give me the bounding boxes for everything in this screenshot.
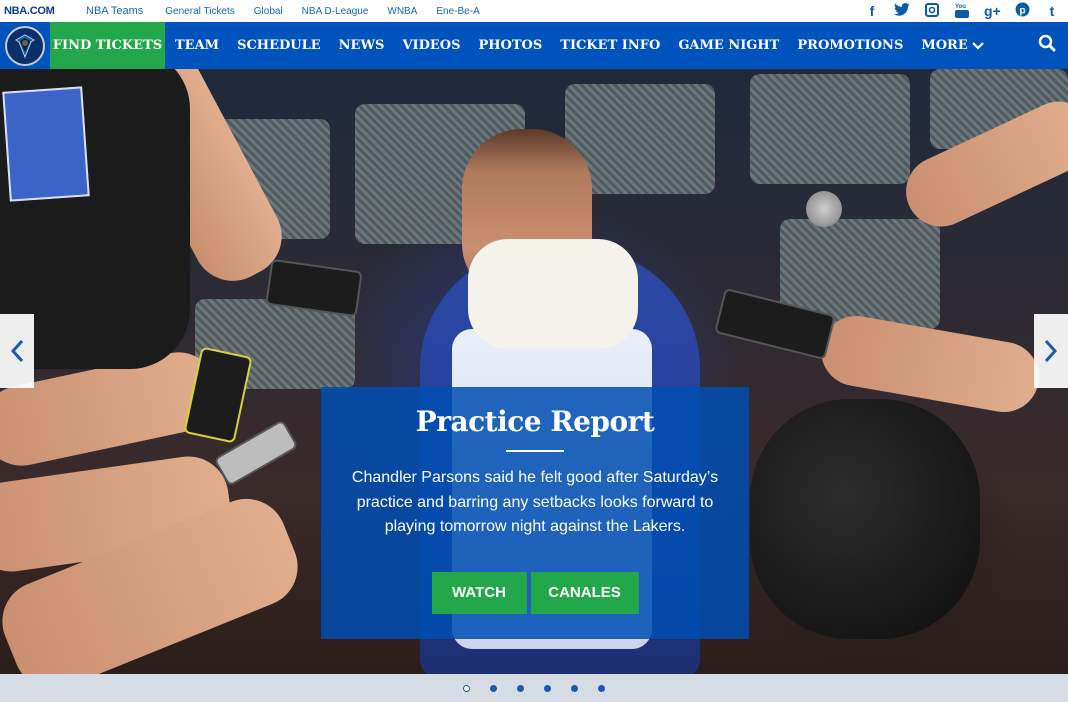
nav-news[interactable]: NEWS [339,38,385,53]
nav-ticket-info[interactable]: TICKET INFO [560,38,660,53]
social-links: f You g+ p t [850,0,1060,22]
link-nba-d-league[interactable]: NBA D-League [302,6,369,17]
carousel-dot[interactable] [517,684,524,692]
slide-title: Practice Report [415,405,655,438]
hero-slide[interactable]: Practice Report Chandler Parsons said he… [0,69,1068,674]
utility-links: NBA Teams General Tickets Global NBA D-L… [66,5,499,17]
search-icon [1038,34,1056,52]
title-divider [506,450,564,452]
previous-slide-button[interactable] [0,314,34,388]
facebook-icon[interactable]: f [864,3,880,19]
nav-photos[interactable]: PHOTOS [479,38,543,53]
nba-logo[interactable]: NBA.COM [4,5,66,17]
find-tickets-button[interactable]: FIND TICKETS [50,22,165,69]
slide-caption: Practice Report Chandler Parsons said he… [321,387,749,639]
link-wnba[interactable]: WNBA [387,6,417,17]
search-button[interactable] [1038,34,1058,56]
carousel-pagination [0,674,1068,702]
slide-actions: WATCH CANALES [321,571,749,614]
instagram-icon[interactable] [924,2,940,20]
media-credential [2,86,90,202]
nav-more-label: MORE [921,38,968,53]
nav-game-night[interactable]: GAME NIGHT [678,38,779,53]
svg-text:You: You [955,4,966,10]
next-slide-button[interactable] [1034,314,1068,388]
arena-seat [750,74,910,184]
player-towel [468,239,638,349]
nav-videos[interactable]: VIDEOS [402,38,460,53]
nav-more[interactable]: MORE [921,38,984,53]
watch-button[interactable]: WATCH [431,571,527,614]
carousel-dot[interactable] [463,684,470,692]
pinterest-icon[interactable]: p [1014,2,1030,20]
chevron-left-icon [10,339,24,363]
tumblr-icon[interactable]: t [1044,3,1060,19]
youtube-icon[interactable]: You [954,2,970,21]
svg-text:p: p [1019,6,1025,17]
twitter-icon[interactable] [894,2,910,20]
mavericks-logo-icon [5,25,45,66]
google-plus-icon[interactable]: g+ [984,3,1001,19]
link-general-tickets[interactable]: General Tickets [165,6,234,17]
nav-schedule[interactable]: SCHEDULE [237,38,321,53]
chevron-down-icon [971,41,984,50]
carousel-dot[interactable] [490,684,497,692]
slide-description: Chandler Parsons said he felt good after… [351,469,719,535]
microphone [806,191,842,227]
carousel-dot[interactable] [571,684,578,692]
link-nba-teams[interactable]: NBA Teams [86,5,143,17]
link-global[interactable]: Global [254,6,283,17]
camera-rig [750,399,980,639]
utility-bar: NBA.COM NBA Teams General Tickets Global… [0,0,1068,22]
nav-promotions[interactable]: PROMOTIONS [797,38,903,53]
link-ene-be-a[interactable]: Ene-Be-A [436,6,479,17]
chevron-right-icon [1044,339,1058,363]
carousel-dot[interactable] [544,684,551,692]
carousel-dot[interactable] [598,684,605,692]
canales-button[interactable]: CANALES [530,571,639,614]
team-logo[interactable] [0,22,50,69]
main-navigation: FIND TICKETS TEAM SCHEDULE NEWS VIDEOS P… [0,22,1068,69]
nav-team[interactable]: TEAM [175,38,219,53]
